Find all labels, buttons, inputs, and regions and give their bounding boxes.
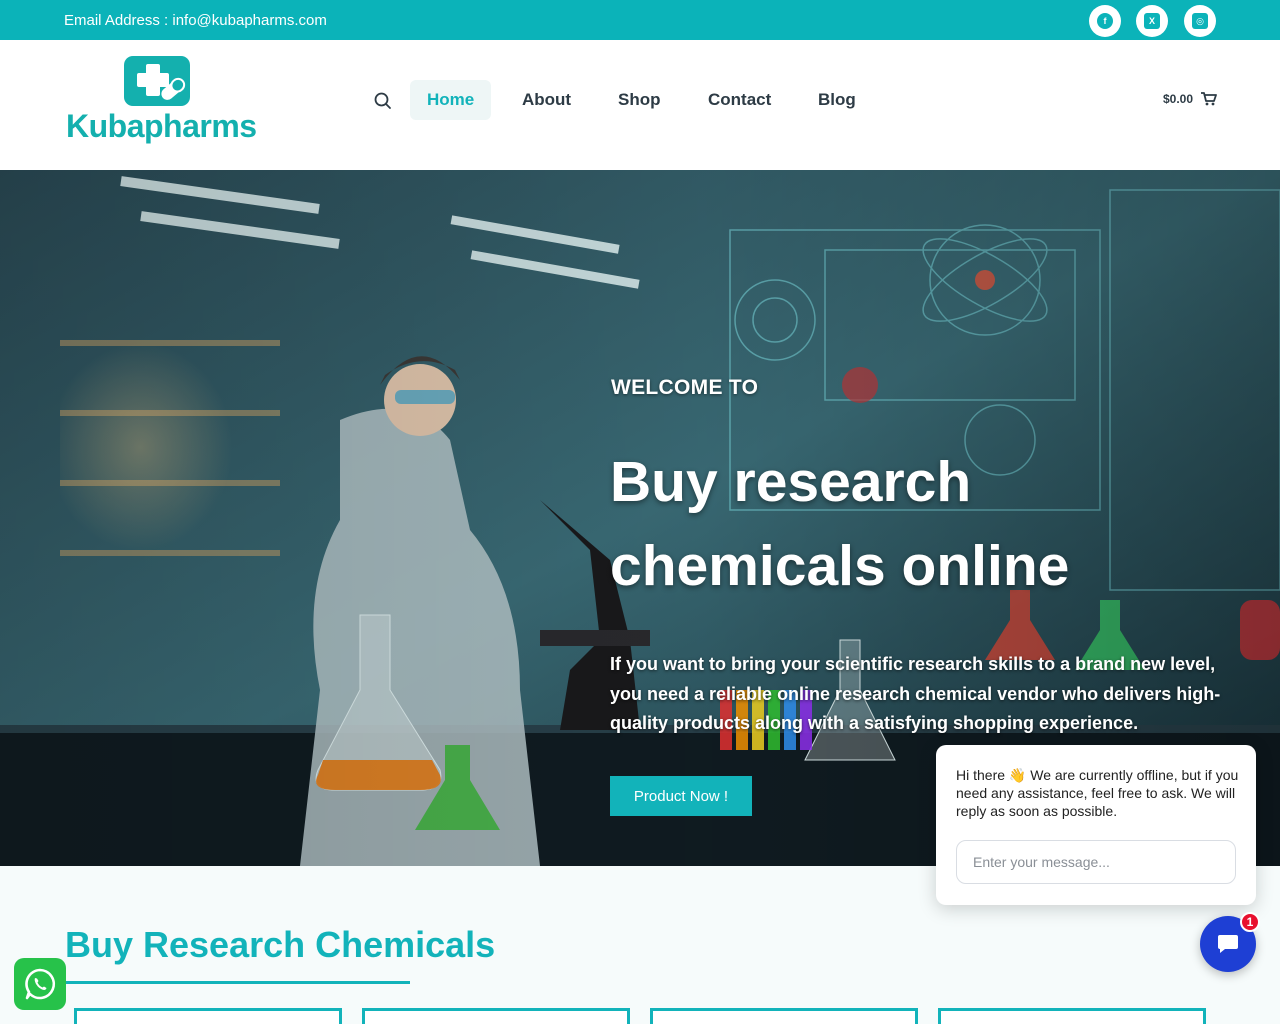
facebook-icon: f (1097, 13, 1113, 29)
nav-home[interactable]: Home (410, 80, 492, 120)
whatsapp-button[interactable] (14, 958, 66, 1010)
cart-total: $0.00 (1163, 92, 1194, 106)
section-title: Buy Research Chemicals (65, 924, 496, 965)
chat-greeting: Hi there (956, 767, 1006, 783)
chat-popup: Hi there 👋 We are currently offline, but… (936, 745, 1256, 905)
nav-about[interactable]: About (505, 80, 588, 120)
product-card[interactable] (362, 1008, 630, 1024)
product-card[interactable] (650, 1008, 918, 1024)
nav-blog[interactable]: Blog (801, 80, 873, 120)
chat-bubble-icon (1218, 935, 1238, 953)
contact-email[interactable]: Email Address : info@kubapharms.com (64, 12, 327, 29)
nav-shop[interactable]: Shop (601, 80, 678, 120)
top-bar: Email Address : info@kubapharms.com f X … (0, 0, 1280, 40)
facebook-link[interactable]: f (1089, 5, 1121, 37)
section-title-underline (65, 981, 410, 984)
whatsapp-icon (25, 968, 56, 1000)
hero-description: If you want to bring your scientific res… (610, 654, 1221, 733)
waving-hand-icon: 👋 (1008, 767, 1027, 783)
chat-message-input[interactable] (956, 840, 1236, 884)
site-header: Kubapharms Home About Shop Contact Blog … (0, 40, 1280, 170)
product-card[interactable] (74, 1008, 342, 1024)
product-card[interactable] (938, 1008, 1206, 1024)
instagram-icon: ◎ (1192, 13, 1208, 29)
search-icon (374, 92, 391, 109)
product-now-button[interactable]: Product Now ! (610, 776, 752, 816)
instagram-link[interactable]: ◎ (1184, 5, 1216, 37)
medical-cross-logo-icon (124, 56, 190, 106)
hero-headline: Buy research chemicals online (610, 450, 1070, 598)
cart-icon (1201, 92, 1217, 106)
hero-kicker: WELCOME TO (611, 376, 759, 399)
chat-offline-message: Hi there 👋 We are currently offline, but… (956, 766, 1240, 820)
nav-contact[interactable]: Contact (691, 80, 788, 120)
site-logo[interactable]: Kubapharms (66, 56, 257, 146)
x-twitter-link[interactable]: X (1136, 5, 1168, 37)
logo-wordmark: Kubapharms (66, 108, 257, 144)
x-twitter-icon: X (1144, 13, 1160, 29)
chat-unread-badge: 1 (1240, 912, 1260, 932)
search-button[interactable] (372, 90, 394, 112)
cart-button[interactable]: $0.00 (1163, 92, 1217, 106)
